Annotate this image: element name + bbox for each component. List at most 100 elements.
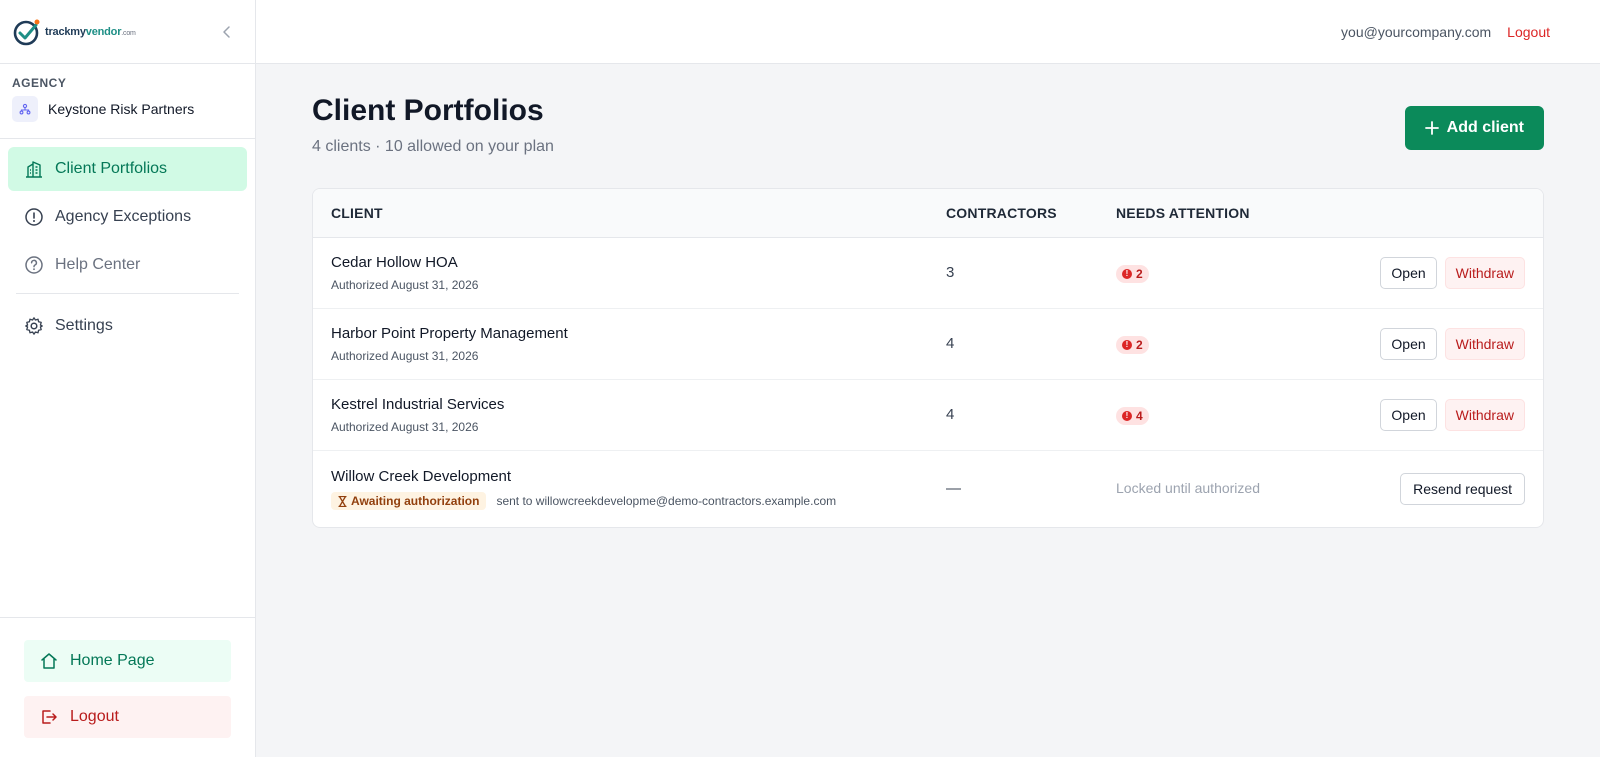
sidebar-item-label: Help Center: [55, 256, 141, 273]
agency-section: AGENCY Keystone Risk Partners: [0, 64, 255, 139]
contractors-cell: 4: [946, 406, 1116, 424]
agency-label: AGENCY: [12, 76, 67, 90]
brand-name: trackmyvendor.com: [45, 26, 136, 38]
table-header: CLIENT CONTRACTORS NEEDS ATTENTION: [313, 189, 1543, 238]
client-cell: Willow Creek Development Awaiting author…: [313, 468, 946, 510]
collapse-sidebar-button[interactable]: [217, 22, 237, 42]
sidebar-item-help-center[interactable]: Help Center: [8, 243, 247, 287]
sidebar-nav: Client Portfolios Agency Exceptions Help…: [0, 139, 255, 348]
authorized-date: Authorized August 31, 2026: [331, 420, 479, 434]
alert-dot-icon: !: [1122, 339, 1132, 350]
plus-icon: [1424, 121, 1439, 135]
table-row: Harbor Point Property Management Authori…: [313, 309, 1543, 380]
home-page-label: Home Page: [70, 652, 155, 669]
brand-logo[interactable]: trackmyvendor.com: [12, 17, 136, 47]
brand-name-suffix: .com: [121, 29, 136, 37]
gear-icon: [24, 316, 44, 336]
resend-request-button[interactable]: Resend request: [1400, 473, 1525, 505]
table-row: Kestrel Industrial Services Authorized A…: [313, 380, 1543, 451]
client-meta: Authorized August 31, 2026: [331, 278, 946, 292]
actions-cell: Open Withdraw: [1316, 328, 1543, 360]
clients-table: CLIENT CONTRACTORS NEEDS ATTENTION Cedar…: [312, 188, 1544, 528]
column-header-contractors: CONTRACTORS: [946, 205, 1057, 221]
client-cell: Cedar Hollow HOA Authorized August 31, 2…: [313, 254, 946, 292]
client-meta: Authorized August 31, 2026: [331, 420, 946, 434]
client-name: Willow Creek Development: [331, 468, 512, 485]
client-meta: Authorized August 31, 2026: [331, 349, 946, 363]
attention-cell: ! 2: [1116, 263, 1316, 283]
org-chart-icon: [19, 103, 31, 115]
alert-dot-icon: !: [1122, 410, 1132, 421]
add-client-label: Add client: [1446, 119, 1524, 136]
contractors-cell: —: [946, 480, 1116, 498]
attention-count: 4: [1136, 408, 1143, 423]
open-button[interactable]: Open: [1380, 399, 1437, 431]
awaiting-authorization-badge: Awaiting authorization: [331, 492, 487, 510]
open-button[interactable]: Open: [1380, 257, 1437, 289]
agency-icon: [12, 96, 38, 122]
page-subtitle: 4 clients · 10 allowed on your plan: [312, 138, 554, 155]
logout-icon: [42, 710, 57, 724]
sidebar-item-label: Agency Exceptions: [55, 208, 192, 225]
sidebar-item-label: Settings: [55, 317, 113, 334]
actions-cell: Open Withdraw: [1316, 257, 1543, 289]
contractors-cell: 4: [946, 335, 1116, 353]
contractors-count: —: [946, 480, 961, 497]
brand-name-highlight: vendor: [85, 25, 122, 38]
sidebar-logout-button[interactable]: Logout: [24, 696, 231, 738]
withdraw-button[interactable]: Withdraw: [1444, 257, 1525, 289]
add-client-button[interactable]: Add client: [1404, 106, 1544, 150]
sidebar-item-settings[interactable]: Settings: [8, 304, 247, 348]
client-meta: Awaiting authorization sent to willowcre…: [331, 492, 946, 510]
home-icon: [41, 653, 57, 669]
contractors-count: 4: [946, 406, 955, 423]
sidebar-footer: Home Page Logout: [0, 617, 255, 757]
sidebar-logout-label: Logout: [70, 708, 119, 725]
attention-badge: ! 4: [1116, 406, 1149, 425]
hourglass-icon: [338, 495, 347, 507]
home-page-button[interactable]: Home Page: [24, 640, 231, 682]
actions-cell: Resend request: [1316, 473, 1543, 505]
attention-count: 2: [1136, 337, 1143, 352]
topbar: you@yourcompany.com Logout: [256, 0, 1600, 64]
agency-name: Keystone Risk Partners: [48, 101, 195, 117]
actions-cell: Open Withdraw: [1316, 399, 1543, 431]
table-row: Cedar Hollow HOA Authorized August 31, 2…: [313, 238, 1543, 309]
topbar-logout-link[interactable]: Logout: [1507, 24, 1550, 40]
buildings-icon: [24, 159, 44, 179]
withdraw-button[interactable]: Withdraw: [1444, 399, 1525, 431]
brand-name-prefix: trackmy: [45, 25, 86, 38]
contractors-count: 3: [946, 264, 955, 281]
contractors-count: 4: [946, 335, 955, 352]
alert-circle-icon: [24, 207, 44, 227]
attention-badge: ! 2: [1116, 335, 1149, 354]
sent-to-email: sent to willowcreekdevelopme@demo-contra…: [496, 494, 837, 508]
sidebar-item-label: Client Portfolios: [55, 160, 168, 177]
attention-cell: Locked until authorized: [1116, 480, 1316, 498]
client-name: Harbor Point Property Management: [331, 325, 568, 342]
alert-dot-icon: !: [1122, 268, 1132, 279]
page-header: Client Portfolios 4 clients · 10 allowed…: [312, 64, 1544, 188]
attention-cell: ! 2: [1116, 334, 1316, 354]
client-cell: Harbor Point Property Management Authori…: [313, 325, 946, 363]
open-button[interactable]: Open: [1380, 328, 1437, 360]
sidebar-item-agency-exceptions[interactable]: Agency Exceptions: [8, 195, 247, 239]
page-title: Client Portfolios: [312, 94, 544, 127]
locked-status: Locked until authorized: [1116, 480, 1260, 496]
column-header-client: CLIENT: [331, 205, 383, 221]
chevron-left-icon: [223, 26, 230, 38]
sidebar-item-client-portfolios[interactable]: Client Portfolios: [8, 147, 247, 191]
main-content: Client Portfolios 4 clients · 10 allowed…: [312, 64, 1544, 528]
authorized-date: Authorized August 31, 2026: [331, 278, 479, 292]
attention-badge: ! 2: [1116, 264, 1149, 283]
withdraw-button[interactable]: Withdraw: [1444, 328, 1525, 360]
attention-cell: ! 4: [1116, 405, 1316, 425]
brand-header: trackmyvendor.com: [0, 0, 255, 64]
awaiting-authorization-label: Awaiting authorization: [351, 494, 480, 508]
attention-count: 2: [1136, 266, 1143, 281]
sidebar: trackmyvendor.com AGENCY Keystone Risk P…: [0, 0, 256, 757]
help-circle-icon: [24, 255, 44, 275]
client-name: Cedar Hollow HOA: [331, 254, 458, 271]
client-cell: Kestrel Industrial Services Authorized A…: [313, 396, 946, 434]
agency-row: Keystone Risk Partners: [12, 96, 243, 122]
